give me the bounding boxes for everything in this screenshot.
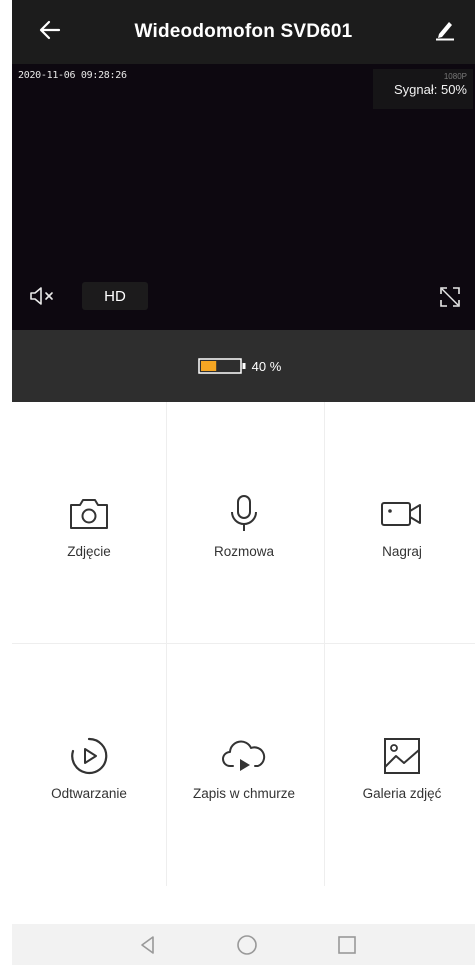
microphone-icon	[231, 495, 257, 531]
resolution-label: 1080P	[443, 72, 467, 81]
signal-strength: Sygnał: 50%	[394, 82, 467, 97]
nav-recents-icon	[338, 936, 356, 954]
nav-home-button[interactable]	[234, 932, 260, 958]
fullscreen-icon	[440, 287, 460, 307]
photo-button[interactable]: Zdjęcie	[12, 402, 166, 644]
battery-status-bar: 40 %	[12, 330, 475, 402]
gallery-icon	[384, 738, 420, 774]
edit-button[interactable]	[429, 14, 461, 46]
battery-icon	[197, 358, 246, 374]
speaker-muted-icon	[30, 287, 53, 305]
playback-label: Odtwarzanie	[51, 786, 127, 801]
talk-button[interactable]: Rozmowa	[167, 402, 321, 644]
action-grid: Zdjęcie Rozmowa Nagraj Odtwarzanie Zapis…	[12, 402, 475, 886]
nav-recents-button[interactable]	[334, 932, 360, 958]
gallery-label: Galeria zdjęć	[362, 786, 442, 801]
camera-icon	[70, 499, 108, 529]
gallery-button[interactable]: Galeria zdjęć	[325, 644, 475, 886]
talk-label: Rozmowa	[213, 544, 275, 559]
back-button[interactable]	[34, 14, 66, 46]
arrow-left-icon	[39, 20, 61, 40]
hd-toggle[interactable]: HD	[82, 282, 148, 310]
app-header: Wideodomofon SVD601	[12, 0, 475, 64]
live-video-view[interactable]: 2020-11-06 09:28:26 1080P Sygnał: 50% HD	[12, 64, 475, 330]
video-timestamp: 2020-11-06 09:28:26	[18, 70, 127, 81]
nav-back-button[interactable]	[135, 932, 161, 958]
fullscreen-button[interactable]	[437, 284, 463, 310]
record-label: Nagraj	[382, 544, 422, 559]
signal-panel: 1080P Sygnał: 50%	[373, 69, 473, 109]
video-camera-icon	[381, 502, 421, 526]
nav-home-icon	[237, 935, 257, 955]
nav-back-icon	[141, 936, 154, 954]
cloud-play-icon	[222, 740, 266, 771]
record-button[interactable]: Nagraj	[325, 402, 475, 644]
mute-button[interactable]	[26, 284, 60, 308]
photo-label: Zdjęcie	[67, 544, 111, 559]
playback-icon	[71, 737, 108, 775]
battery-level-text: 40 %	[251, 358, 282, 374]
page-title: Wideodomofon SVD601	[134, 21, 353, 42]
playback-button[interactable]: Odtwarzanie	[12, 644, 166, 886]
pencil-icon	[436, 22, 454, 41]
cloud-recording-label: Zapis w chmurze	[192, 786, 296, 801]
system-nav-bar	[12, 924, 475, 965]
app-screen: Wideodomofon SVD601 2020-11-06 09:28:26 …	[0, 0, 475, 965]
cloud-recording-button[interactable]: Zapis w chmurze	[167, 644, 321, 886]
